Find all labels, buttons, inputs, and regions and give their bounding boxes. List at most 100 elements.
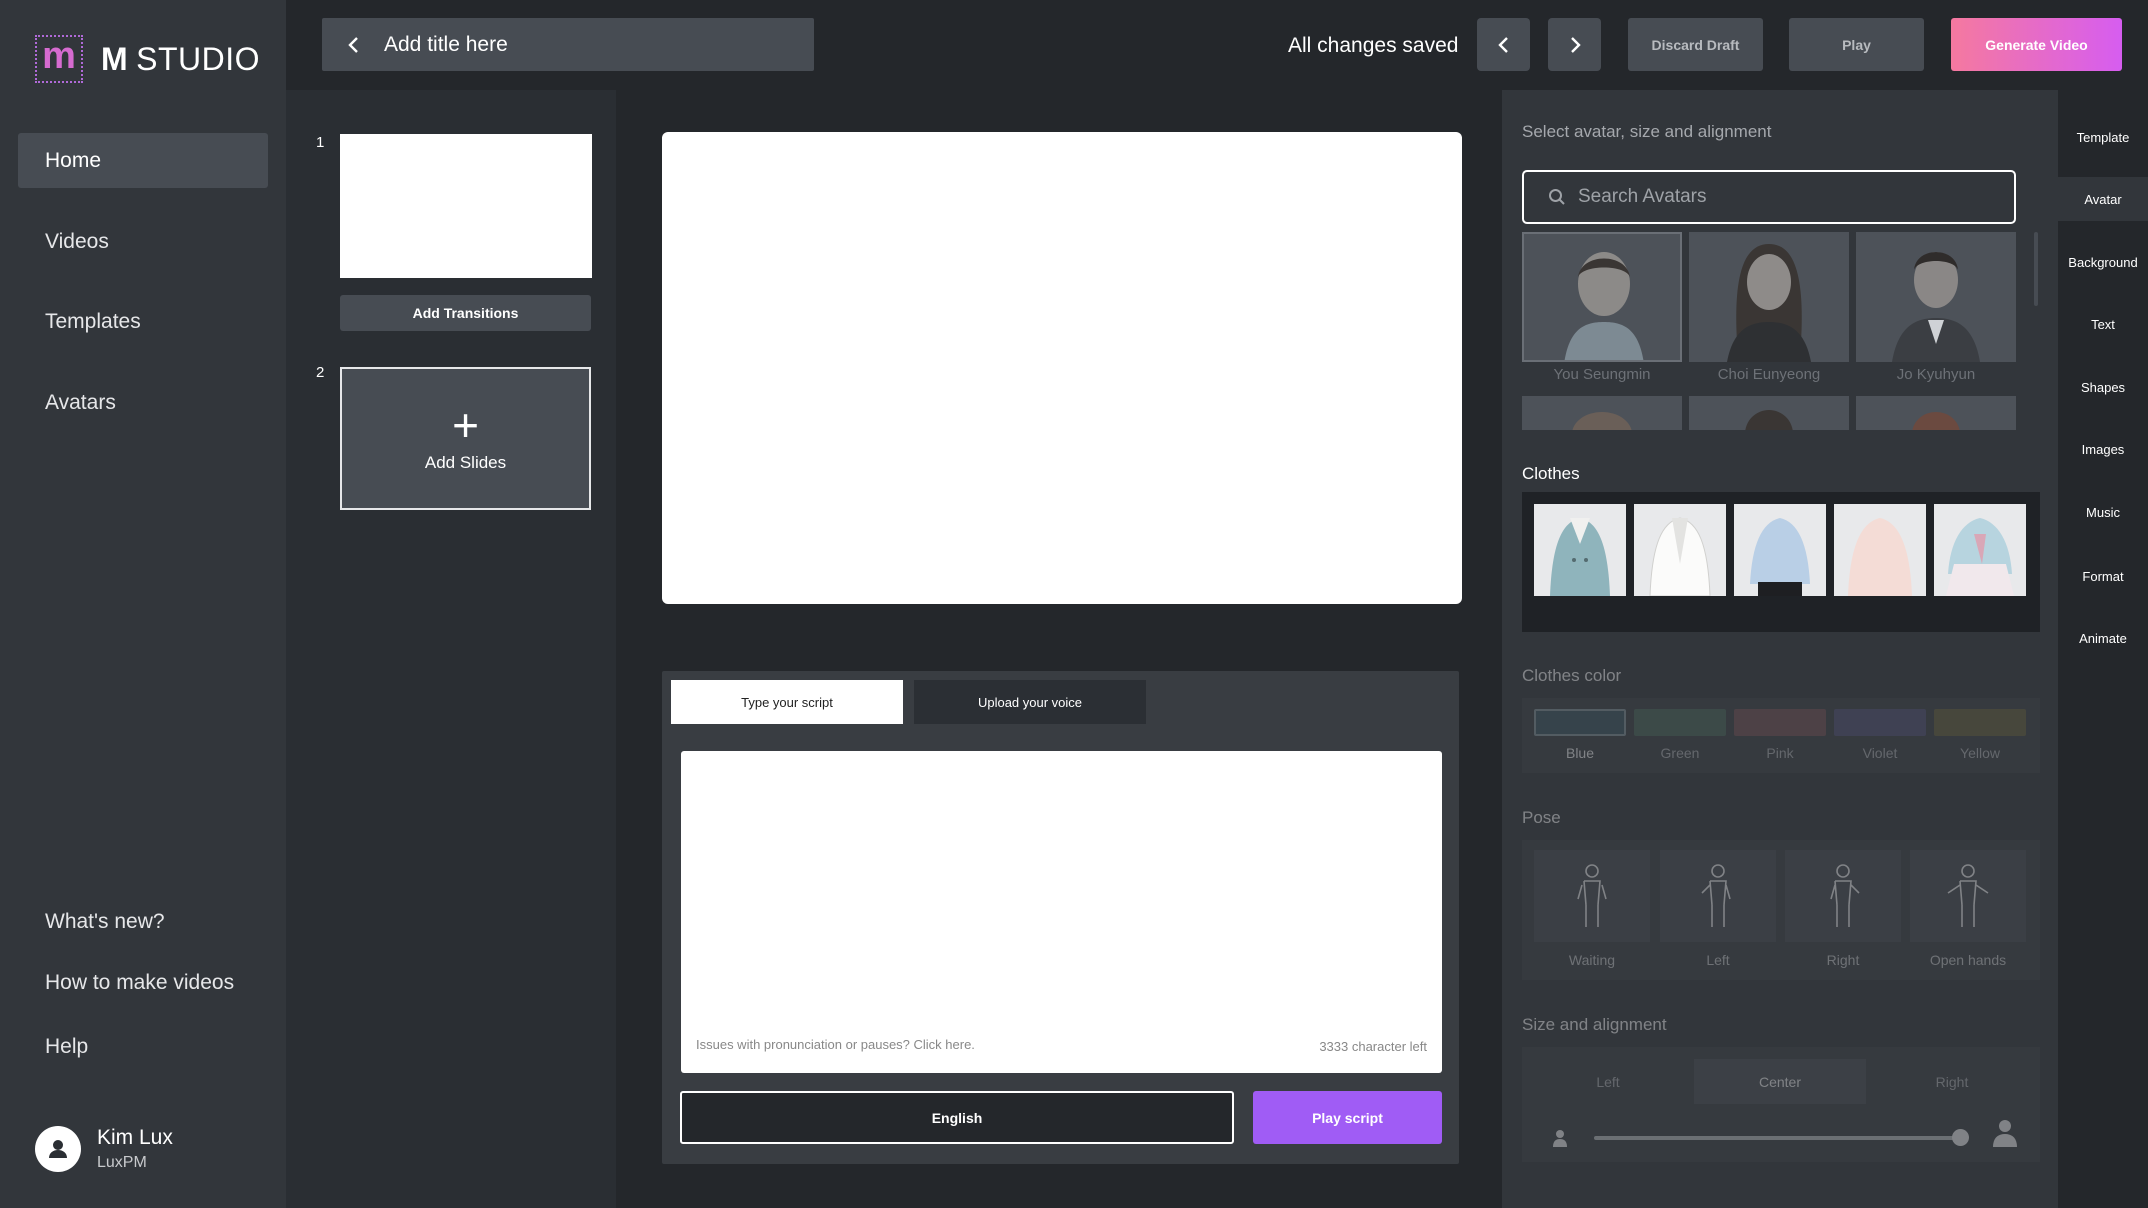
tab-type-script[interactable]: Type your script [671, 680, 903, 724]
slide-canvas[interactable] [662, 132, 1462, 604]
avatar-card[interactable] [1689, 232, 1849, 362]
add-slides-button[interactable]: + Add Slides [340, 367, 591, 510]
avatar-list-scrollbar[interactable] [2034, 232, 2038, 306]
align-center-button[interactable]: Center [1694, 1059, 1866, 1104]
script-editor: Type your script Upload your voice Issue… [662, 671, 1459, 1164]
sidebar-item-whats-new[interactable]: What's new? [18, 894, 268, 949]
align-right-button[interactable]: Right [1866, 1059, 2038, 1104]
rail-item-shapes[interactable]: Shapes [2058, 365, 2148, 409]
sidebar-item-templates[interactable]: Templates [18, 294, 268, 349]
clothes-option[interactable] [1734, 504, 1826, 596]
teal-jacket-icon [1550, 518, 1610, 596]
color-swatch-violet[interactable] [1834, 709, 1926, 736]
avatar-card[interactable] [1522, 396, 1682, 430]
avatar-portrait [1745, 410, 1793, 430]
slide-thumbnail[interactable] [340, 134, 592, 278]
user-name: Kim Lux [97, 1126, 173, 1149]
avatar-card[interactable] [1689, 396, 1849, 430]
pose-open-hands-icon [1947, 864, 1989, 927]
avatar-portrait [1727, 244, 1811, 362]
search-placeholder: Search Avatars [1578, 186, 1707, 207]
back-chevron-icon[interactable] [344, 35, 364, 55]
pose-label: Waiting [1568, 952, 1616, 968]
search-icon [1549, 189, 1565, 205]
user-org: LuxPM [97, 1154, 147, 1171]
pose-waiting-icon [1577, 864, 1607, 927]
save-status: All changes saved [1288, 34, 1459, 57]
sidebar-item-help[interactable]: Help [18, 1019, 268, 1074]
title-input[interactable]: Add title here [322, 18, 814, 71]
sidebar-item-home[interactable]: Home [18, 133, 268, 188]
add-slides-label: Add Slides [424, 452, 507, 472]
pink-sweater-icon [1848, 518, 1912, 596]
avatar-card[interactable] [1856, 232, 2016, 362]
redo-button[interactable] [1548, 18, 1601, 71]
app-logo[interactable]: m M STUDIO [35, 35, 260, 83]
rail-item-format[interactable]: Format [2058, 554, 2148, 598]
avatar-portrait [1912, 412, 1960, 430]
pose-right-icon [1830, 864, 1860, 927]
sidebar-item-videos[interactable]: Videos [18, 214, 268, 269]
generate-video-button[interactable]: Generate Video [1951, 18, 2122, 71]
play-button[interactable]: Play [1789, 18, 1924, 71]
sidebar: m M STUDIO Home Videos Templates Avatars … [0, 0, 286, 1208]
color-swatch-yellow[interactable] [1934, 709, 2026, 736]
user-profile[interactable]: Kim Lux LuxPM [35, 1126, 173, 1172]
rail-item-background[interactable]: Background [2058, 240, 2148, 284]
clothes-list [1522, 492, 2040, 632]
clothes-option[interactable] [1634, 504, 1726, 596]
avatar-size-slider-handle[interactable] [1952, 1129, 1969, 1146]
panel-heading: Select avatar, size and alignment [1522, 122, 1772, 141]
pose-option[interactable] [1910, 850, 2026, 942]
clothes-option[interactable] [1534, 504, 1626, 596]
clothes-option[interactable] [1834, 504, 1926, 596]
clothes-heading: Clothes [1522, 464, 1580, 483]
pose-label: Open hands [1929, 952, 2007, 968]
play-script-button[interactable]: Play script [1253, 1091, 1442, 1144]
rail-item-images[interactable]: Images [2058, 427, 2148, 471]
color-swatch-green[interactable] [1634, 709, 1726, 736]
language-select[interactable]: English [680, 1091, 1234, 1144]
color-swatch-blue[interactable] [1534, 709, 1626, 736]
size-alignment-controls: Left Center Right [1522, 1047, 2040, 1162]
avatar-size-slider[interactable] [1594, 1136, 1960, 1140]
pose-option[interactable] [1660, 850, 1776, 942]
chevron-left-icon [1497, 36, 1508, 53]
tab-upload-voice[interactable]: Upload your voice [914, 680, 1146, 724]
user-avatar-icon [35, 1126, 81, 1172]
pose-option[interactable] [1785, 850, 1901, 942]
discard-draft-button[interactable]: Discard Draft [1628, 18, 1763, 71]
pronunciation-hint-link[interactable]: Issues with pronunciation or pauses? Cli… [696, 1037, 975, 1052]
script-textarea[interactable]: Issues with pronunciation or pauses? Cli… [681, 751, 1442, 1073]
rail-item-avatar[interactable]: Avatar [2058, 177, 2148, 221]
rail-item-text[interactable]: Text [2058, 302, 2148, 346]
color-label: Blue [1565, 745, 1595, 761]
character-count: 3333 character left [1319, 1039, 1427, 1054]
avatar-card[interactable] [1856, 396, 2016, 430]
avatar-card[interactable] [1522, 232, 1682, 362]
clothes-option[interactable] [1934, 504, 2026, 596]
tool-rail: Template Avatar Background Text Shapes I… [2058, 90, 2148, 1208]
pose-option[interactable] [1534, 850, 1650, 942]
add-transitions-button[interactable]: Add Transitions [340, 295, 591, 331]
rail-item-animate[interactable]: Animate [2058, 616, 2148, 660]
undo-button[interactable] [1477, 18, 1530, 71]
align-left-button[interactable]: Left [1522, 1059, 1694, 1104]
color-swatch-pink[interactable] [1734, 709, 1826, 736]
blue-shirt-icon [1750, 518, 1810, 596]
avatar-portrait [1564, 252, 1644, 360]
sidebar-item-avatars[interactable]: Avatars [18, 375, 268, 430]
avatar-search-input[interactable]: Search Avatars [1522, 170, 2016, 224]
rail-item-music[interactable]: Music [2058, 490, 2148, 534]
hanbok-icon [1946, 518, 2014, 596]
person-small-icon [1553, 1130, 1567, 1147]
rail-item-template[interactable]: Template [2058, 115, 2148, 159]
avatar-name: Choi Eunyeong [1717, 366, 1821, 383]
avatar-name: You Seungmin [1553, 366, 1651, 383]
pose-list: Waiting Left Right Open hands [1522, 840, 2040, 980]
white-blazer-icon [1649, 517, 1711, 596]
sidebar-item-how-to[interactable]: How to make videos [18, 955, 268, 1010]
pose-label: Right [1826, 952, 1860, 968]
pose-label: Left [1706, 952, 1730, 968]
color-label: Pink [1766, 745, 1794, 761]
